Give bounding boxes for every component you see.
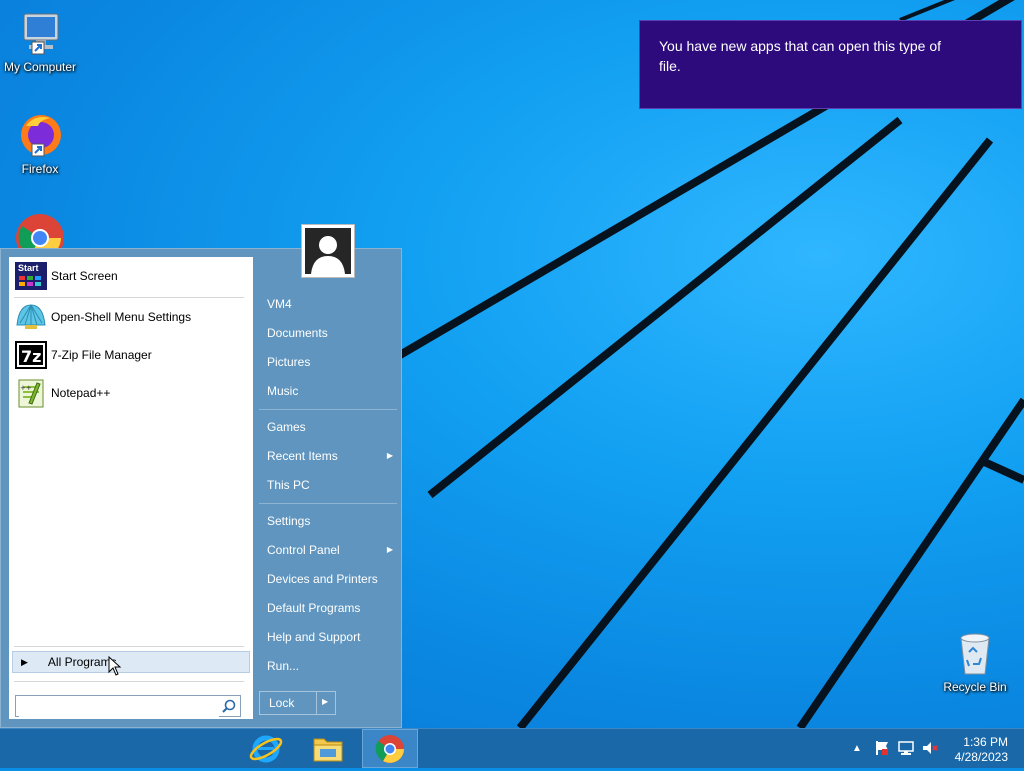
menu-item-label: VM4 [267, 297, 292, 311]
separator [14, 681, 244, 682]
notification-text: You have new apps that can open this typ… [659, 38, 942, 74]
menu-item-label: Settings [267, 514, 311, 528]
menu-item-music[interactable]: Music [259, 378, 399, 404]
menu-item-devices-and-printers[interactable]: Devices and Printers [259, 566, 399, 592]
separator [14, 297, 244, 298]
volume-muted-icon[interactable] [922, 740, 938, 756]
separator [14, 646, 244, 647]
mouse-cursor-icon [108, 656, 122, 676]
desktop-icon-label: My Computer [3, 60, 77, 74]
menu-item-settings[interactable]: Settings [259, 508, 399, 534]
start-menu: Start Start Screen Open-Shell Menu Setti… [0, 224, 402, 728]
menu-item-label: Default Programs [267, 601, 361, 615]
all-programs-button[interactable]: ▶ All Programs [12, 651, 250, 673]
menu-item-label: Control Panel [267, 543, 340, 557]
program-label: 7-Zip File Manager [51, 348, 152, 362]
svg-text:7z: 7z [21, 347, 41, 366]
menu-item-label: Run... [267, 659, 300, 673]
desktop-icon-firefox[interactable]: Firefox [0, 112, 80, 176]
recycle-bin-icon [951, 630, 999, 678]
submenu-arrow-icon: ▶ [386, 545, 393, 554]
menu-item-label: Pictures [267, 355, 311, 369]
program-label: Notepad++ [51, 386, 111, 400]
desktop-icon-my-computer[interactable]: My Computer [0, 10, 80, 74]
lock-label: Lock [269, 696, 295, 710]
search-icon[interactable] [222, 699, 236, 713]
menu-item-label: Help and Support [267, 630, 361, 644]
taskbar-file-explorer[interactable] [300, 729, 356, 768]
menu-item-run[interactable]: Run... [259, 653, 399, 679]
menu-item-this-pc[interactable]: This PC [259, 472, 399, 498]
menu-item-help-and-support[interactable]: Help and Support [259, 624, 399, 650]
menu-item-label: Recent Items [267, 449, 338, 463]
open-shell-icon [15, 301, 47, 333]
file-explorer-icon [313, 738, 343, 762]
clock-time: 1:36 PM [963, 735, 1008, 749]
firefox-icon [16, 112, 64, 160]
submenu-arrow-icon: ▶ [386, 451, 393, 460]
program-item-start-screen[interactable]: Start Start Screen [15, 259, 245, 293]
menu-item-recent-items[interactable]: Recent Items ▶ [259, 443, 399, 469]
menu-item-label: Music [267, 384, 299, 398]
clock-date: 4/28/2023 [954, 750, 1008, 764]
separator [259, 409, 397, 410]
taskbar-internet-explorer[interactable] [238, 729, 294, 768]
taskbar-chrome[interactable] [362, 729, 418, 768]
computer-icon [16, 10, 64, 58]
lock-button[interactable]: Lock ▶ [259, 691, 336, 715]
svg-text:++: ++ [20, 384, 32, 392]
program-item-7zip[interactable]: 7z 7-Zip File Manager [15, 338, 245, 372]
menu-item-default-programs[interactable]: Default Programs [259, 595, 399, 621]
desktop-icon-label: Recycle Bin [943, 680, 1007, 694]
menu-item-label: Games [267, 420, 306, 434]
chrome-icon [375, 735, 404, 763]
start-tile-text: Start [18, 263, 39, 273]
expand-arrow-icon: ▶ [21, 656, 28, 667]
7zip-icon: 7z [15, 339, 47, 371]
internet-explorer-icon [249, 735, 283, 763]
menu-item-label: This PC [267, 478, 310, 492]
search-input[interactable] [19, 697, 219, 717]
all-programs-label: All Programs [47, 655, 117, 669]
action-center-flag-icon[interactable] [874, 740, 890, 756]
start-screen-icon: Start [15, 260, 47, 292]
program-item-notepadpp[interactable]: ++ Notepad++ [15, 376, 245, 410]
menu-item-control-panel[interactable]: Control Panel ▶ [259, 537, 399, 563]
program-list-pane: Start Start Screen Open-Shell Menu Setti… [9, 257, 253, 719]
taskbar-clock[interactable]: 1:36 PM 4/28/2023 [955, 735, 1008, 765]
menu-item-pictures[interactable]: Pictures [259, 349, 399, 375]
menu-item-vm4[interactable]: VM4 [259, 291, 399, 317]
user-picture[interactable] [301, 224, 355, 278]
notification-toast[interactable]: You have new apps that can open this typ… [639, 20, 1022, 109]
separator [259, 503, 397, 504]
show-hidden-icon[interactable]: ▲ [852, 743, 862, 754]
desktop-icon-label: Firefox [21, 162, 59, 176]
user-avatar-icon [305, 228, 351, 274]
start-search-box[interactable] [15, 695, 241, 717]
program-label: Start Screen [51, 269, 118, 283]
button-divider [316, 692, 317, 714]
menu-item-games[interactable]: Games [259, 414, 399, 440]
menu-item-documents[interactable]: Documents [259, 320, 399, 346]
notepadpp-icon: ++ [15, 377, 47, 409]
desktop-icon-recycle-bin[interactable]: Recycle Bin [935, 630, 1015, 694]
program-item-open-shell-settings[interactable]: Open-Shell Menu Settings [15, 300, 245, 334]
shutdown-options-arrow-icon[interactable]: ▶ [322, 697, 328, 706]
menu-item-label: Documents [267, 326, 328, 340]
menu-item-label: Devices and Printers [267, 572, 378, 586]
taskbar: ▲ 1:36 PM 4/28/2023 [0, 728, 1024, 768]
network-icon[interactable] [898, 740, 914, 756]
program-label: Open-Shell Menu Settings [51, 310, 192, 324]
